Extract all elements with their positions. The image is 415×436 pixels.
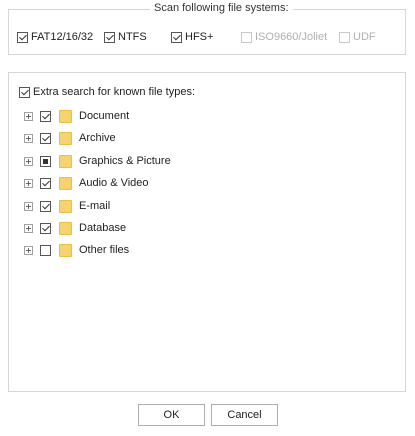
checkbox[interactable] [40, 222, 51, 234]
cancel-button[interactable]: Cancel [211, 404, 278, 426]
tree-item-graphics[interactable]: Graphics & Picture [24, 153, 171, 169]
filesystems-row: FAT12/16/32 NTFS HFS+ ISO9660/Joliet UDF [9, 29, 405, 45]
tree-item-other-files[interactable]: Other files [24, 242, 129, 258]
fs-option-fat[interactable]: FAT12/16/32 [17, 29, 93, 45]
checkbox[interactable] [104, 31, 115, 43]
checkbox [339, 31, 350, 43]
tree-item-label: Other files [79, 244, 130, 256]
tree-item-audio-video[interactable]: Audio & Video [24, 175, 149, 191]
fs-option-label: UDF [353, 31, 376, 43]
folder-icon [59, 221, 72, 235]
tree-item-database[interactable]: Database [24, 220, 126, 236]
checkbox[interactable] [17, 31, 28, 43]
expand-icon[interactable] [24, 133, 33, 143]
tree-item-label: Audio & Video [79, 177, 149, 189]
expand-icon[interactable] [24, 201, 33, 211]
ok-button[interactable]: OK [138, 404, 205, 426]
fs-option-label: HFS+ [185, 31, 214, 43]
checkbox[interactable] [40, 177, 51, 189]
file-types-panel: Extra search for known file types: Docum… [8, 72, 406, 392]
tree-item-label: Archive [79, 132, 116, 144]
fs-option-label: ISO9660/Joliet [255, 31, 328, 43]
expand-icon[interactable] [24, 156, 33, 166]
checkbox[interactable] [40, 200, 51, 212]
checkbox[interactable] [40, 132, 51, 144]
extra-search-label: Extra search for known file types: [33, 86, 196, 98]
tree-item-label: Graphics & Picture [79, 155, 171, 167]
expand-icon[interactable] [24, 178, 33, 188]
folder-icon [59, 154, 72, 168]
fs-option-ntfs[interactable]: NTFS [104, 29, 147, 45]
fs-option-label: FAT12/16/32 [31, 31, 94, 43]
extra-search-option[interactable]: Extra search for known file types: [19, 84, 195, 100]
expand-icon[interactable] [24, 245, 33, 255]
checkbox[interactable] [171, 31, 182, 43]
tree-item-label: Database [79, 222, 127, 234]
expand-icon[interactable] [24, 111, 33, 121]
folder-icon [59, 131, 72, 145]
folder-icon [59, 243, 72, 257]
fs-option-label: NTFS [118, 31, 147, 43]
tree-item-label: E-mail [79, 200, 111, 212]
checkbox[interactable] [40, 110, 51, 122]
expand-icon[interactable] [24, 223, 33, 233]
tree-item-archive[interactable]: Archive [24, 130, 116, 146]
checkbox[interactable] [40, 155, 51, 167]
folder-icon [59, 176, 72, 190]
fs-option-hfs[interactable]: HFS+ [171, 29, 213, 45]
checkbox [241, 31, 252, 43]
checkbox[interactable] [19, 86, 30, 98]
filesystems-group: Scan following file systems: FAT12/16/32… [8, 2, 406, 55]
folder-icon [59, 109, 72, 123]
tree-item-email[interactable]: E-mail [24, 198, 110, 214]
tree-item-document[interactable]: Document [24, 108, 129, 124]
tree-item-label: Document [79, 110, 130, 122]
folder-icon [59, 199, 72, 213]
fs-option-udf: UDF [339, 29, 376, 45]
filesystems-legend: Scan following file systems: [150, 2, 293, 14]
checkbox[interactable] [40, 244, 51, 256]
fs-option-iso9660: ISO9660/Joliet [241, 29, 327, 45]
